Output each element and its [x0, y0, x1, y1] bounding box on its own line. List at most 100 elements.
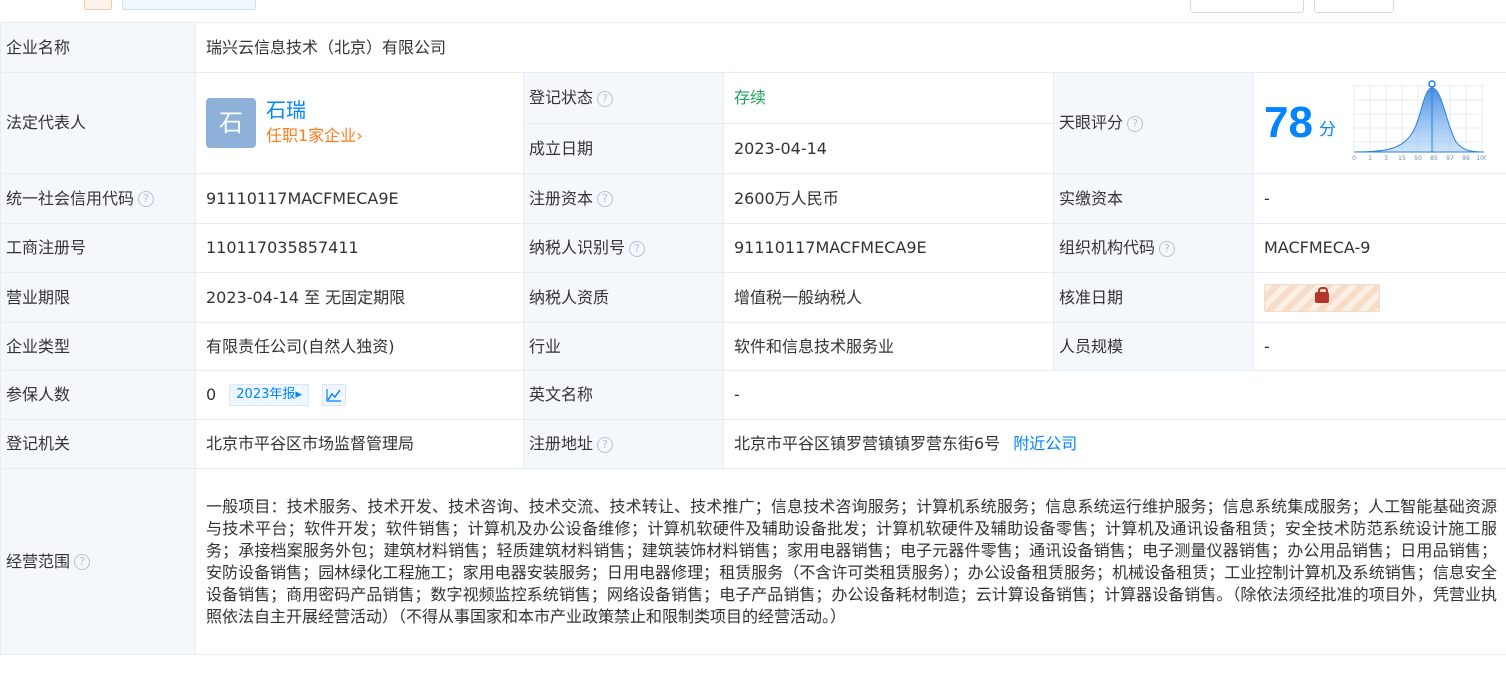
reg-status-label: 登记状态	[529, 88, 594, 107]
score-value: 78	[1264, 98, 1313, 147]
staff-size-label: 人员规模	[1053, 322, 1254, 371]
score-tick-label: 85	[1430, 155, 1438, 162]
industry-value: 软件和信息技术服务业	[723, 322, 1054, 371]
header-tag[interactable]	[84, 0, 112, 10]
help-icon[interactable]: ?	[1127, 115, 1144, 132]
approve-date-label: 核准日期	[1053, 272, 1254, 323]
org-code-label-cell: 组织机构代码?	[1053, 223, 1254, 273]
score-label-cell: 天眼评分?	[1053, 72, 1254, 174]
taxpayer-qual-label: 纳税人资质	[523, 272, 724, 323]
biz-term-label: 营业期限	[0, 272, 196, 323]
legal-rep-label: 法定代表人	[0, 72, 196, 174]
taxpayer-id-label: 纳税人识别号	[529, 238, 626, 257]
table-row: 工商注册号 110117035857411 纳税人识别号? 91110117MA…	[0, 223, 1506, 273]
locked-content[interactable]	[1264, 283, 1380, 312]
reg-capital-value: 2600万人民币	[723, 173, 1054, 224]
legal-rep-positions-text: 任职1家企业	[266, 126, 357, 145]
table-row: 法定代表人 石 石瑞 任职1家企业› 登记状态? 存续 天眼评分? 78 分 0…	[0, 72, 1506, 174]
lock-icon	[1315, 286, 1329, 303]
table-row: 企业名称 瑞兴云信息技术（北京）有限公司	[0, 22, 1506, 73]
legal-rep-positions-link[interactable]: 任职1家企业›	[266, 123, 363, 149]
score-tick-label: 50	[1414, 155, 1422, 162]
biz-scope-value: 一般项目：技术服务、技术开发、技术咨询、技术交流、技术转让、技术推广；信息技术咨…	[195, 468, 1506, 655]
taxpayer-id-label-cell: 纳税人识别号?	[523, 223, 724, 273]
nearby-companies-link[interactable]: 附近公司	[1013, 434, 1077, 453]
biz-scope-label-cell: 经营范围?	[0, 468, 196, 655]
established-value: 2023-04-14	[723, 123, 1054, 174]
reg-address-label: 注册地址	[529, 434, 594, 453]
score-tick-label: 3	[1384, 155, 1388, 162]
export-button[interactable]	[1314, 0, 1394, 13]
help-icon[interactable]: ?	[1159, 240, 1176, 257]
company-type-label: 企业类型	[0, 322, 196, 371]
triangle-right-icon: ▸	[295, 387, 302, 403]
help-icon[interactable]: ?	[138, 191, 155, 207]
score-label: 天眼评分	[1059, 113, 1124, 132]
table-row: 企业类型 有限责任公司(自然人独资) 行业 软件和信息技术服务业 人员规模 -	[0, 322, 1506, 371]
annual-report-label: 2023年报	[236, 387, 296, 403]
company-info-table: 企业名称 瑞兴云信息技术（北京）有限公司 法定代表人 石 石瑞 任职1家企业› …	[0, 22, 1506, 655]
reg-capital-label: 注册资本	[529, 188, 594, 208]
org-code-label: 组织机构代码	[1059, 238, 1156, 257]
company-type-value: 有限责任公司(自然人独资)	[195, 322, 524, 371]
reg-address-label-cell: 注册地址?	[523, 419, 724, 469]
reg-authority-label: 登记机关	[0, 419, 196, 469]
data-correction-button[interactable]	[1190, 0, 1304, 13]
score-tick-label: 99	[1462, 155, 1470, 162]
insured-label: 参保人数	[0, 370, 196, 420]
help-icon[interactable]: ?	[597, 436, 614, 453]
reg-capital-label-cell: 注册资本?	[523, 173, 724, 224]
top-header	[0, 0, 1506, 22]
org-code-value: MACFMECA-9	[1253, 223, 1506, 273]
header-tag-wide[interactable]	[122, 0, 256, 10]
credit-code-value: 91110117MACFMECA9E	[195, 173, 524, 224]
score-tick-label: 100	[1476, 155, 1486, 162]
biz-reg-no-label: 工商注册号	[0, 223, 196, 273]
table-row: 营业期限 2023-04-14 至 无固定期限 纳税人资质 增值税一般纳税人 核…	[0, 272, 1506, 323]
help-icon[interactable]: ?	[597, 90, 614, 107]
industry-label: 行业	[523, 322, 724, 371]
taxpayer-id-value: 91110117MACFMECA9E	[723, 223, 1054, 273]
credit-code-label: 统一社会信用代码	[6, 188, 135, 208]
company-name-value: 瑞兴云信息技术（北京）有限公司	[195, 22, 1506, 73]
table-row: 经营范围? 一般项目：技术服务、技术开发、技术咨询、技术交流、技术转让、技术推广…	[0, 468, 1506, 655]
staff-size-value: -	[1253, 322, 1506, 371]
annual-report-tag[interactable]: 2023年报▸	[229, 384, 309, 407]
english-name-label: 英文名称	[523, 370, 724, 420]
help-icon[interactable]: ?	[629, 240, 646, 257]
paid-capital-label: 实缴资本	[1053, 173, 1254, 224]
help-icon[interactable]: ?	[74, 554, 91, 570]
help-icon[interactable]: ?	[597, 191, 614, 207]
reg-status-value: 存续	[723, 72, 1054, 124]
insured-cell: 0 2023年报▸	[195, 370, 524, 420]
table-row: 登记机关 北京市平谷区市场监督管理局 注册地址? 北京市平谷区镇罗营镇镇罗营东街…	[0, 419, 1506, 469]
biz-scope-label: 经营范围	[6, 551, 71, 571]
score-marker-dot	[1428, 80, 1436, 88]
score-cell[interactable]: 78 分 0 1 3 15 50 85 97 99 10	[1253, 72, 1506, 174]
established-label: 成立日期	[523, 123, 724, 174]
avatar[interactable]: 石	[206, 98, 256, 148]
paid-capital-value: -	[1253, 173, 1506, 224]
biz-reg-no-value: 110117035857411	[195, 223, 524, 273]
score-tick-label: 97	[1446, 155, 1454, 162]
reg-status-label-cell: 登记状态?	[523, 72, 724, 124]
score-tick-label: 1	[1368, 155, 1372, 162]
english-name-value: -	[723, 370, 1506, 420]
insured-value: 0	[206, 384, 217, 404]
reg-authority-value: 北京市平谷区市场监督管理局	[195, 419, 524, 469]
table-row: 统一社会信用代码? 91110117MACFMECA9E 注册资本? 2600万…	[0, 173, 1506, 224]
score-tick-label: 0	[1352, 155, 1356, 162]
score-unit: 分	[1318, 120, 1336, 140]
credit-code-label-cell: 统一社会信用代码?	[0, 173, 196, 224]
approve-date-cell	[1253, 272, 1506, 323]
legal-rep-cell: 石 石瑞 任职1家企业›	[195, 72, 524, 174]
score-distribution-chart: 0 1 3 15 50 85 97 99 100	[1352, 80, 1486, 162]
table-row: 参保人数 0 2023年报▸ 英文名称 -	[0, 370, 1506, 420]
legal-rep-name-link[interactable]: 石瑞	[266, 97, 363, 123]
biz-term-value: 2023-04-14 至 无固定期限	[195, 272, 524, 323]
reg-address-value: 北京市平谷区镇罗营镇镇罗营东街6号	[734, 434, 1001, 453]
reg-address-cell: 北京市平谷区镇罗营镇镇罗营东街6号 附近公司	[723, 419, 1506, 469]
chevron-right-icon: ›	[356, 126, 363, 145]
trend-chart-icon[interactable]	[322, 384, 346, 407]
score-tick-label: 15	[1398, 155, 1406, 162]
